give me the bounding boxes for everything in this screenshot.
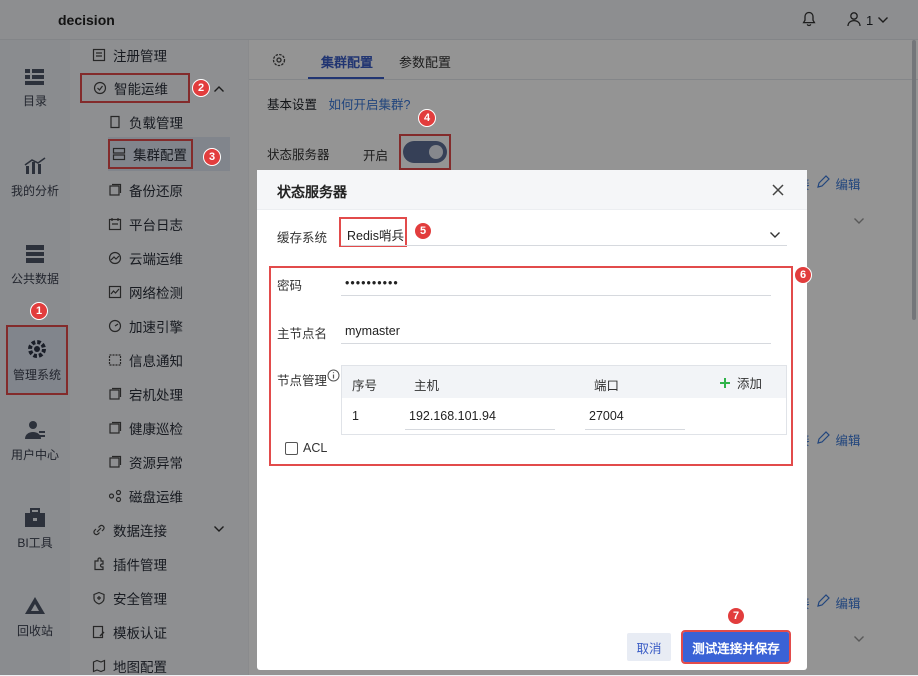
master-name-field[interactable]: mymaster xyxy=(345,324,400,338)
password-label: 密码 xyxy=(277,279,303,293)
cache-system-label: 缓存系统 xyxy=(277,231,328,245)
col-index: 序号 xyxy=(352,379,378,393)
node-table: 序号 主机 端口 添加 1 192.168.101.94 27004 xyxy=(341,365,787,435)
step-badge: 4 xyxy=(418,109,436,127)
node-management-label: 节点管理 xyxy=(277,374,328,388)
add-node-button[interactable]: 添加 xyxy=(719,373,762,392)
row-index: 1 xyxy=(352,409,359,423)
col-host: 主机 xyxy=(414,379,440,393)
acl-label: ACL xyxy=(303,441,328,455)
col-port: 端口 xyxy=(594,379,620,393)
acl-checkbox[interactable] xyxy=(285,442,298,455)
password-field[interactable]: •••••••••• xyxy=(345,276,399,290)
plus-icon xyxy=(720,377,730,388)
dialog-header: 状态服务器 xyxy=(257,170,807,210)
cache-system-select[interactable]: Redis哨兵 xyxy=(347,225,404,244)
step-badge: 3 xyxy=(203,148,221,166)
input-underline xyxy=(405,429,555,430)
step-badge: 6 xyxy=(794,266,812,284)
host-input[interactable]: 192.168.101.94 xyxy=(409,409,496,423)
info-icon[interactable] xyxy=(327,369,340,385)
input-underline xyxy=(341,295,771,296)
step-badge: 7 xyxy=(727,607,745,625)
chevron-down-icon[interactable] xyxy=(769,228,781,243)
step-badge: 2 xyxy=(192,79,210,97)
step-badge: 1 xyxy=(30,302,48,320)
add-label: 添加 xyxy=(737,377,763,391)
select-underline xyxy=(341,245,787,246)
master-name-label: 主节点名 xyxy=(277,327,328,341)
step-badge: 5 xyxy=(414,222,432,240)
table-header: 序号 主机 端口 添加 xyxy=(342,366,786,398)
dialog-title: 状态服务器 xyxy=(277,184,347,200)
close-icon[interactable] xyxy=(771,183,785,200)
cancel-button[interactable]: 取消 xyxy=(627,633,671,661)
input-underline xyxy=(341,343,771,344)
test-and-save-button[interactable]: 测试连接并保存 xyxy=(681,630,791,664)
port-input[interactable]: 27004 xyxy=(589,409,624,423)
input-underline xyxy=(585,429,685,430)
state-server-dialog: 状态服务器 缓存系统 Redis哨兵 5 6 密码 •••••••••• 主节点… xyxy=(257,170,812,670)
